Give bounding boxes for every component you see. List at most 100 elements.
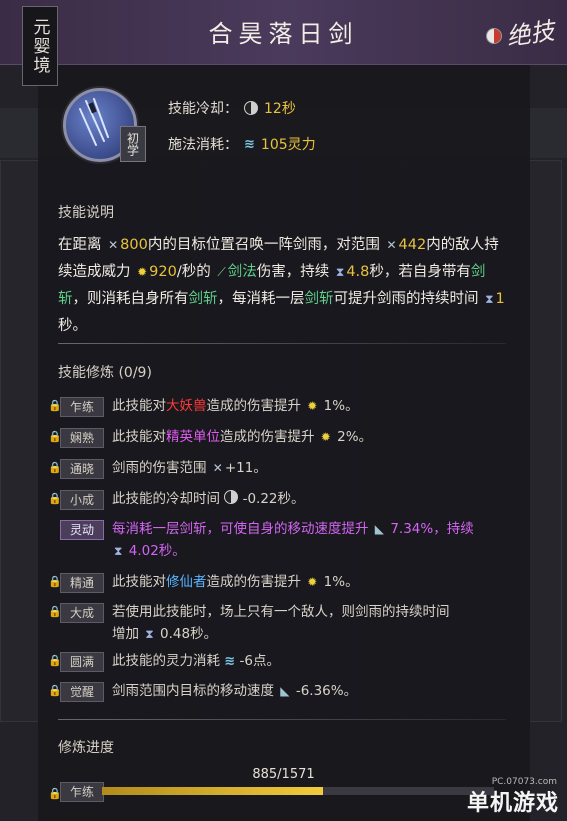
speed-boot-icon: ◣ [374, 522, 385, 536]
spirit-power-icon: ≋ [244, 136, 255, 152]
desc-range-value: 800 [120, 237, 148, 253]
duration-icon: ⧗ [485, 292, 494, 306]
desc-duration-value: 4.8 [346, 264, 370, 280]
training-text: 此技能对大妖兽造成的伤害提升 ✹ 1%。 [112, 395, 359, 417]
tr-text-part: 剑雨的伤害范围 [112, 460, 207, 476]
training-tag: 通晓 [60, 459, 104, 479]
desc-text: ，则消耗自身所有 [72, 291, 189, 307]
skill-description: 在距离 ✕ 800内的目标位置召唤一阵剑雨，对范围 ✕ 442内的敌人持续造成威力 … [58, 232, 508, 340]
tr-text-part: 造成的伤害提升 [220, 429, 315, 445]
lock-icon: 🔒 [48, 575, 62, 588]
tr-value: -6.36%。 [295, 683, 358, 699]
tr-text-part: 此技能对 [112, 429, 166, 445]
progress-count: 885/1571 [252, 767, 315, 782]
section-divider [58, 343, 506, 344]
training-text: 此技能对修仙者造成的伤害提升 ✹ 1%。 [112, 571, 359, 593]
training-row: 🔒 精通 此技能对修仙者造成的伤害提升 ✹ 1%。 [48, 573, 528, 593]
ultimate-label: 绝技 [504, 16, 557, 52]
range-icon: ✕ [386, 238, 397, 252]
tr-value: 0.48秒。 [160, 626, 218, 642]
mouse-button-icon [486, 28, 502, 44]
training-text: 若使用此技能时，场上只有一个敌人，则剑雨的持续时间 增加 ⧗ 0.48秒。 [112, 601, 450, 645]
training-tag: 觉醒 [60, 682, 104, 702]
training-text: 剑雨的伤害范围 ✕ +11。 [112, 457, 267, 479]
tr-keyword: 修仙者 [166, 574, 207, 590]
training-text: 此技能对精英单位造成的伤害提升 ✹ 2%。 [112, 426, 372, 448]
desc-text: 秒，若自身带有 [369, 264, 471, 280]
lock-icon: 🔒 [48, 684, 62, 697]
training-title: 技能修炼 (0/9) [58, 365, 152, 381]
ultimate-badge: 绝技 [486, 12, 558, 64]
cooldown-icon [224, 490, 239, 504]
tr-value: 2%。 [337, 429, 373, 445]
training-row: 🔒 乍练 此技能对大妖兽造成的伤害提升 ✹ 1%。 [48, 397, 528, 417]
progress-bar-fill [102, 787, 323, 795]
progress-title: 修炼进度 [58, 740, 114, 756]
tr-text-part: 此技能的灵力消耗 [112, 653, 220, 669]
training-tag: 小成 [60, 490, 104, 510]
tr-text-part: 此技能对 [112, 574, 166, 590]
training-tag: 大成 [60, 603, 104, 623]
training-row: 🔒 大成 若使用此技能时，场上只有一个敌人，则剑雨的持续时间 增加 ⧗ 0.48秒… [48, 603, 528, 645]
watermark-brand: 单机游戏 [466, 791, 559, 816]
lock-icon: 🔒 [48, 492, 62, 505]
desc-text: ，每消耗一层 [217, 291, 305, 307]
tooltip-header: 合昊落日剑 绝技 [0, 0, 567, 65]
cost-label: 施法消耗： [168, 137, 238, 153]
power-icon: ✹ [137, 265, 148, 279]
training-row-active: 🔒 灵动 每消耗一层剑斩，可使自身的移动速度提升 ◣ 7.34%，持续⧗ 4.0… [48, 520, 528, 562]
tr-text-part: 剑雨范围内目标的移动速度 [112, 683, 274, 699]
tr-value: 7.34%，持续 [390, 521, 474, 537]
desc-keyword: 剑斩 [304, 291, 334, 307]
desc-area-value: 442 [398, 237, 427, 253]
realm-badge: 元婴境 [22, 6, 58, 86]
power-icon: ✹ [307, 575, 318, 589]
range-icon: ✕ [108, 238, 119, 252]
tr-value: 1%。 [323, 398, 359, 414]
duration-icon: ⧗ [145, 627, 154, 641]
desc-school-keyword: 剑法 [227, 264, 257, 280]
duration-icon: ⧗ [335, 265, 345, 279]
cooldown-value: 12秒 [264, 101, 296, 117]
power-icon: ✹ [320, 430, 331, 444]
section-divider [58, 719, 506, 720]
training-row: 🔒 娴熟 此技能对精英单位造成的伤害提升 ✹ 2%。 [48, 428, 528, 448]
desc-power-value: 920 [149, 264, 177, 280]
training-tag: 精通 [60, 573, 104, 593]
progress-stage-tag: 乍练 [60, 782, 104, 802]
speed-boot-icon: ◣ [280, 684, 290, 698]
sword-school-icon: ⟋ [217, 265, 226, 279]
cost-value: 105灵力 [260, 137, 316, 153]
training-tag: 灵动 [60, 520, 104, 540]
description-title: 技能说明 [58, 205, 114, 221]
desc-text: 在距离 [58, 237, 102, 253]
desc-keyword: 剑斩 [188, 291, 218, 307]
training-tag: 娴熟 [60, 428, 104, 448]
tr-text-part: 增加 [112, 626, 139, 642]
tr-keyword: 精英单位 [166, 429, 220, 445]
tr-text-part: 每消耗一层剑斩，可使自身的移动速度提升 [112, 521, 369, 537]
training-row: 🔒 小成 此技能的冷却时间 -0.22秒。 [48, 490, 528, 510]
training-tag: 圆满 [60, 652, 104, 672]
tr-text-part: 若使用此技能时，场上只有一个敌人，则剑雨的持续时间 [112, 604, 450, 620]
range-icon: ✕ [212, 461, 223, 475]
desc-text: 可提升剑雨的持续时间 [333, 291, 479, 307]
training-row: 🔒 通晓 剑雨的伤害范围 ✕ +11。 [48, 459, 528, 479]
tr-value: 1%。 [323, 574, 359, 590]
tr-text-part: 此技能的冷却时间 [112, 491, 220, 507]
training-text: 此技能的灵力消耗 ≋ -6点。 [112, 650, 280, 673]
tr-text-part: 此技能对 [112, 398, 166, 414]
training-tag: 乍练 [60, 397, 104, 417]
cooldown-icon [244, 101, 258, 115]
power-icon: ✹ [307, 399, 318, 413]
desc-text: /秒的 [176, 264, 211, 280]
lock-icon: 🔒 [48, 654, 62, 667]
cost-stat: 施法消耗： ≋ 105灵力 [168, 134, 316, 154]
lock-icon: 🔒 [48, 430, 62, 443]
tr-value: -6点。 [239, 653, 280, 669]
cooldown-stat: 技能冷却： 12秒 [168, 98, 296, 118]
desc-duration-value: 1 [495, 291, 505, 307]
lock-icon: 🔒 [48, 787, 62, 800]
tr-keyword: 大妖兽 [166, 398, 207, 414]
tr-text-part: 造成的伤害提升 [206, 398, 302, 414]
